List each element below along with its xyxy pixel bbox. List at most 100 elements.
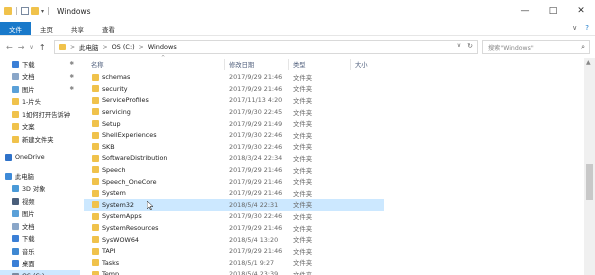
file-type: 文件夹 <box>293 201 313 210</box>
folder-icon <box>92 154 99 162</box>
file-row[interactable]: Tasks 2018/5/1 9:27 文件夹 <box>84 257 384 269</box>
file-type: 文件夹 <box>293 236 313 245</box>
file-row[interactable]: System32 2018/5/4 22:31 文件夹 <box>84 199 384 211</box>
file-date: 2017/9/29 21:46 <box>229 84 283 93</box>
sidebar-item[interactable]: 文案 <box>0 121 80 134</box>
new-folder-icon[interactable] <box>31 7 39 15</box>
address-dropdown-icon[interactable]: ∨ <box>457 42 461 50</box>
mouse-cursor-icon <box>147 201 153 210</box>
file-row[interactable]: SKB 2017/9/30 22:46 文件夹 <box>84 141 384 153</box>
sidebar-item[interactable]: OneDrive <box>0 152 80 165</box>
breadcrumb-windows[interactable]: Windows <box>148 43 177 51</box>
column-divider[interactable] <box>350 59 351 70</box>
file-type: 文件夹 <box>293 189 313 198</box>
sidebar-item[interactable]: 图片 <box>0 208 80 221</box>
file-name: SoftwareDistribution <box>102 154 168 163</box>
sidebar-item[interactable]: 音乐 <box>0 245 80 258</box>
toolbar-divider <box>48 7 50 15</box>
expand-ribbon-icon[interactable]: ∨ <box>572 24 577 32</box>
column-divider[interactable] <box>224 59 225 70</box>
close-button[interactable]: ✕ <box>567 0 595 22</box>
sidebar-item[interactable]: OS (C:) <box>0 270 80 275</box>
file-date: 2018/3/24 22:34 <box>229 154 283 163</box>
sidebar-item-label: 3D 对象 <box>22 186 46 194</box>
toolbar-dropdown-icon[interactable]: ▾ <box>41 8 44 15</box>
tab-view[interactable]: 查看 <box>93 22 124 35</box>
address-bar-row: ← → ∨ ↑ > 此电脑 > OS (C:) > Windows ∨ ↻ 搜索… <box>0 37 595 57</box>
recent-locations-icon[interactable]: ∨ <box>29 44 33 51</box>
sidebar-item[interactable]: 此电脑 <box>0 170 80 183</box>
forward-icon[interactable]: → <box>18 43 25 52</box>
sidebar-item[interactable]: 图片 ✱ <box>0 83 80 96</box>
scroll-up-icon[interactable]: ▲ <box>586 59 591 66</box>
file-type: 文件夹 <box>293 85 313 94</box>
file-row[interactable]: Speech 2017/9/29 21:46 文件夹 <box>84 164 384 176</box>
refresh-icon[interactable]: ↻ <box>467 42 473 50</box>
sidebar-item[interactable]: 视频 <box>0 195 80 208</box>
scrollbar-thumb[interactable] <box>586 164 593 200</box>
sidebar-item[interactable]: 1如何打开告诉钟 <box>0 108 80 121</box>
folder-icon <box>92 143 99 151</box>
column-header-name[interactable]: 名称 ^ <box>91 55 165 69</box>
column-header-size[interactable]: 大小 <box>355 60 368 69</box>
sidebar-item[interactable]: 文档 ✱ <box>0 71 80 84</box>
folder-icon <box>12 98 19 106</box>
sidebar-item[interactable]: 桌面 <box>0 258 80 271</box>
sidebar-item[interactable]: 3D 对象 <box>0 183 80 196</box>
back-icon[interactable]: ← <box>6 43 13 52</box>
sidebar-item[interactable]: 新建文件夹 <box>0 133 80 146</box>
search-icon[interactable]: ⌕ <box>581 43 585 52</box>
properties-icon[interactable] <box>21 7 29 15</box>
search-input[interactable]: 搜索"Windows" ⌕ <box>482 40 590 54</box>
file-row[interactable]: SoftwareDistribution 2018/3/24 22:34 文件夹 <box>84 153 384 165</box>
file-row[interactable]: ShellExperiences 2017/9/30 22:46 文件夹 <box>84 130 384 142</box>
file-row[interactable]: Temp 2018/5/4 23:39 文件夹 <box>84 269 384 275</box>
column-header-date[interactable]: 修改日期 <box>229 60 254 69</box>
file-type: 文件夹 <box>293 73 313 82</box>
file-name: System <box>102 189 126 198</box>
tab-share[interactable]: 共享 <box>62 22 93 35</box>
tab-home[interactable]: 主页 <box>31 22 62 35</box>
up-icon[interactable]: ↑ <box>39 43 46 52</box>
breadcrumb-this-pc[interactable]: 此电脑 <box>79 42 99 52</box>
file-row[interactable]: security 2017/9/29 21:46 文件夹 <box>84 83 384 95</box>
help-icon[interactable]: ? <box>585 24 589 32</box>
sidebar-item[interactable]: 下载 <box>0 233 80 246</box>
sidebar-item[interactable]: 文档 <box>0 220 80 233</box>
folder-icon <box>92 131 99 139</box>
file-row[interactable]: ServiceProfiles 2017/11/13 4:20 文件夹 <box>84 95 384 107</box>
sidebar-item[interactable]: 1-片头 <box>0 96 80 109</box>
file-type: 文件夹 <box>293 96 313 105</box>
maximize-button[interactable]: □ <box>539 0 567 22</box>
sidebar-item[interactable]: 下载 ✱ <box>0 58 80 71</box>
breadcrumb-os-c[interactable]: OS (C:) <box>112 43 135 51</box>
minimize-button[interactable]: — <box>511 0 539 22</box>
vertical-scrollbar[interactable]: ▲ <box>584 58 595 275</box>
file-row[interactable]: System 2017/9/29 21:46 文件夹 <box>84 188 384 200</box>
file-date: 2017/9/29 21:46 <box>229 224 283 233</box>
breadcrumb-separator[interactable]: > <box>139 44 144 51</box>
file-row[interactable]: servicing 2017/9/30 22:45 文件夹 <box>84 106 384 118</box>
file-row[interactable]: Setup 2017/9/29 21:49 文件夹 <box>84 118 384 130</box>
file-row[interactable]: Speech_OneCore 2017/9/29 21:46 文件夹 <box>84 176 384 188</box>
file-type: 文件夹 <box>293 178 313 187</box>
tab-file[interactable]: 文件 <box>0 22 31 35</box>
file-name: schemas <box>102 73 131 82</box>
file-row[interactable]: SystemResources 2017/9/29 21:46 文件夹 <box>84 222 384 234</box>
picture-icon <box>12 210 19 218</box>
file-date: 2018/5/4 13:20 <box>229 235 279 244</box>
file-row[interactable]: SysWOW64 2018/5/4 13:20 文件夹 <box>84 234 384 246</box>
folder-icon <box>12 135 19 143</box>
ribbon-tabs: 文件 主页 共享 查看 ∨ ? <box>0 22 595 36</box>
breadcrumb-separator[interactable]: > <box>103 44 108 51</box>
pin-icon: ✱ <box>69 73 74 80</box>
column-header-type[interactable]: 类型 <box>293 60 306 69</box>
file-date: 2017/9/29 21:46 <box>229 247 283 256</box>
file-date: 2017/9/30 22:45 <box>229 108 283 117</box>
file-row[interactable]: TAPI 2017/9/29 21:46 文件夹 <box>84 246 384 258</box>
file-row[interactable]: SystemApps 2017/9/30 22:46 文件夹 <box>84 211 384 223</box>
address-field[interactable]: > 此电脑 > OS (C:) > Windows ∨ ↻ <box>54 40 478 54</box>
column-divider[interactable] <box>288 59 289 70</box>
file-row[interactable]: schemas 2017/9/29 21:46 文件夹 <box>84 72 384 84</box>
sidebar-item-label: 图片 <box>22 211 35 219</box>
